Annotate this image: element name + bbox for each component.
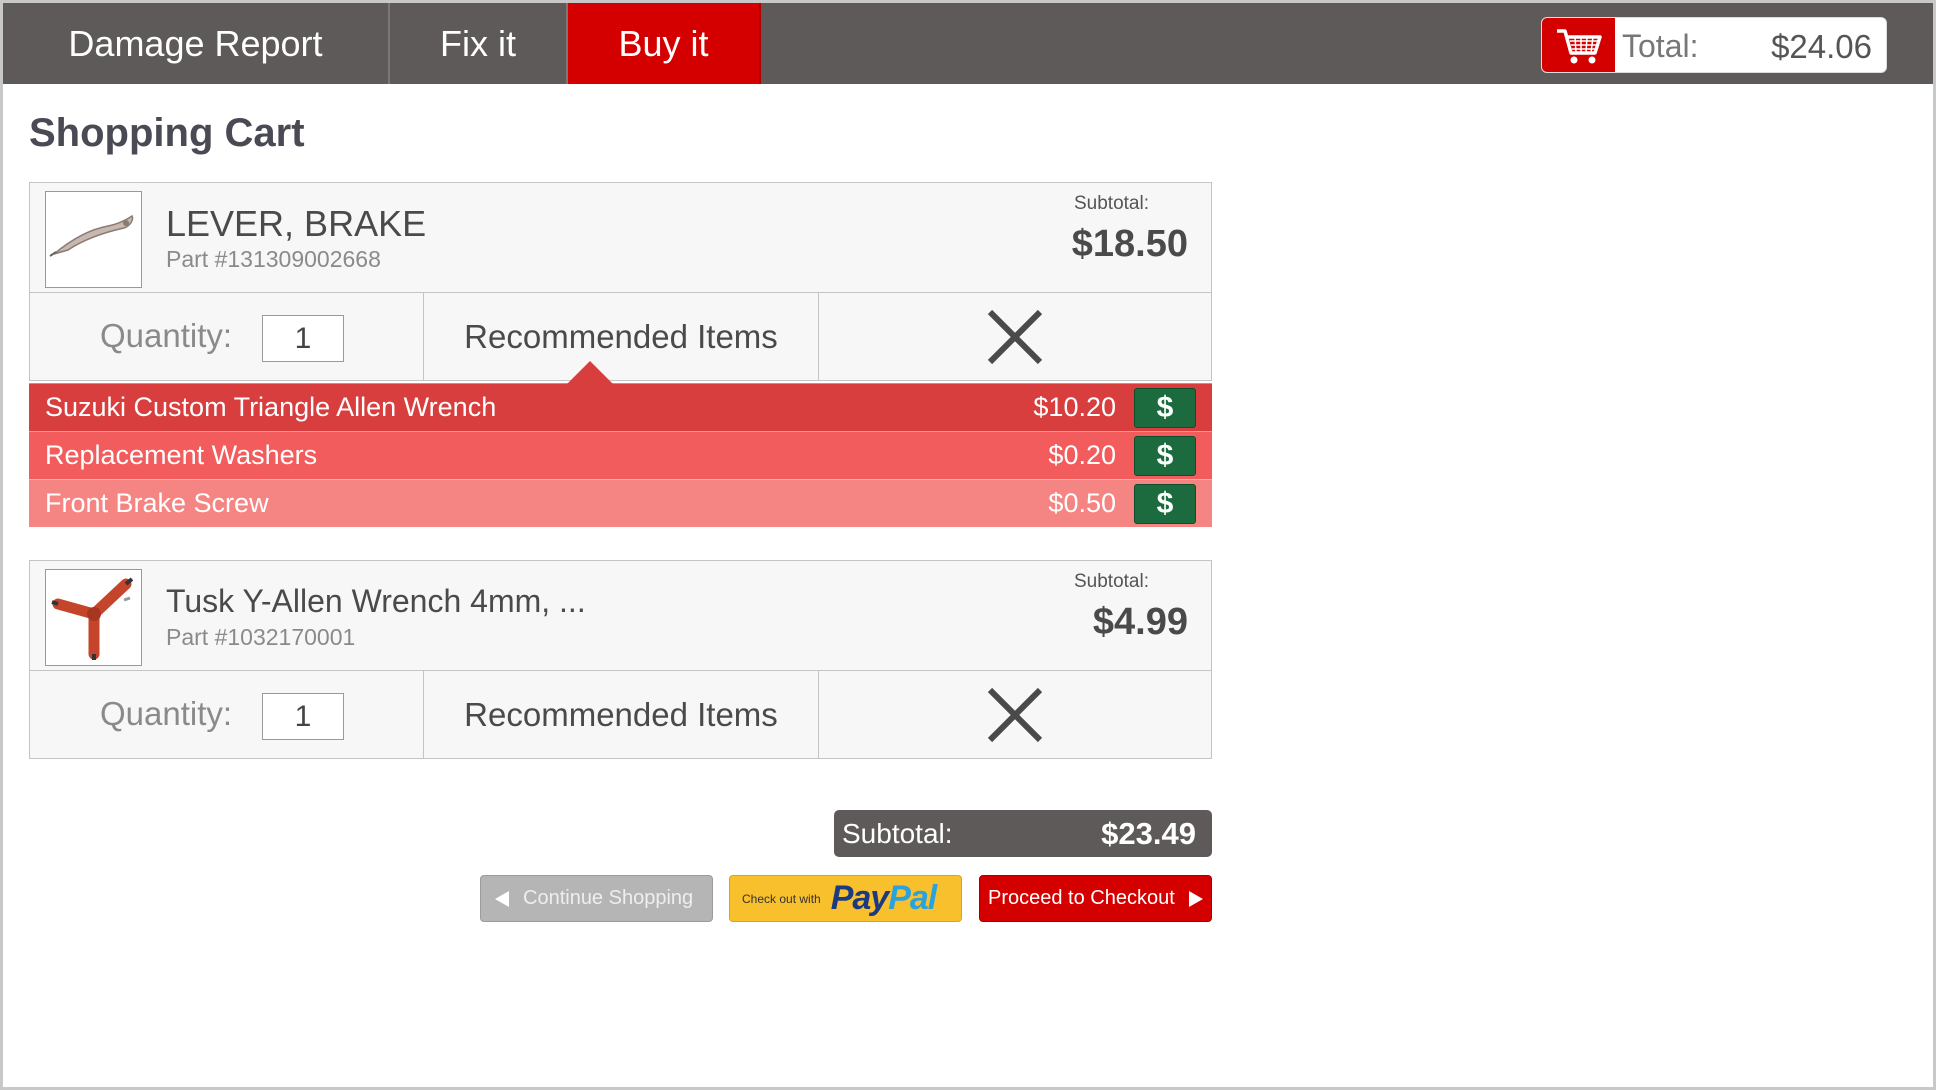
recommended-items-label: Recommended Items [464,317,778,355]
brake-lever-icon [49,214,134,257]
add-to-cart-button[interactable]: $ [1134,483,1196,524]
item-name: LEVER, BRAKE [166,203,427,244]
recommended-items-button[interactable]: Recommended Items [424,293,819,380]
item-name: Tusk Y-Allen Wrench 4mm, ... [166,583,586,619]
paypal-logo: PayPal [830,879,938,917]
recommended-item[interactable]: Replacement Washers $0.20 $ [29,431,1212,479]
cart-item-controls: Quantity: Recommended Items [30,293,1211,380]
y-allen-wrench-image[interactable] [45,569,142,666]
cart-item-header: LEVER, BRAKE Part #131309002668 Subtotal… [30,183,1211,293]
tab-fix-it[interactable]: Fix it [390,3,568,84]
tab-damage-report[interactable]: Damage Report [3,3,390,84]
app-frame: Damage Report Fix it Buy it Total: $24.0… [0,0,1936,1090]
item-subtotal-label: Subtotal: [1074,193,1149,214]
cart-subtotal-label: Subtotal: [842,818,953,849]
recommended-pointer [566,361,614,385]
brake-lever-image[interactable] [45,191,142,288]
add-to-cart-button[interactable]: $ [1134,435,1196,476]
continue-shopping-button[interactable]: Continue Shopping [480,875,713,922]
item-subtotal-value: $18.50 [1071,223,1188,265]
recommended-item-price: $0.50 [1048,488,1116,518]
arrow-right-icon [1188,890,1203,907]
cart-total-value: $24.06 [1771,28,1872,65]
recommended-items-button[interactable]: Recommended Items [424,671,819,758]
recommended-item-name: Front Brake Screw [45,488,269,518]
remove-item-button[interactable] [819,671,1211,758]
quantity-control: Quantity: [30,671,424,758]
shopping-cart-icon [1556,29,1602,64]
tab-label: Buy it [618,22,709,64]
tab-label: Fix it [440,22,516,64]
paypal-prefix: Check out with [742,891,821,906]
item-subtotal-label: Subtotal: [1074,571,1149,592]
quantity-input[interactable] [262,315,344,362]
proceed-to-checkout-button[interactable]: Proceed to Checkout [979,875,1212,922]
recommended-list: Suzuki Custom Triangle Allen Wrench $10.… [29,383,1212,527]
cart-subtotal: Subtotal: $23.49 [834,810,1212,857]
close-icon [987,309,1043,364]
recommended-item[interactable]: Front Brake Screw $0.50 $ [29,479,1212,527]
cart-button[interactable] [1542,18,1615,72]
tab-label: Damage Report [68,22,323,64]
add-to-cart-button[interactable]: $ [1134,387,1196,428]
item-part-number: Part #131309002668 [166,246,381,272]
close-icon [987,687,1043,742]
quantity-control: Quantity: [30,293,424,380]
page-title: Shopping Cart [29,111,305,155]
recommended-item-price: $0.20 [1048,440,1116,470]
cart-total-label: Total: [1622,28,1699,64]
y-wrench-icon [51,577,134,660]
recommended-item-name: Suzuki Custom Triangle Allen Wrench [45,392,497,422]
quantity-label: Quantity: [100,317,233,354]
paypal-checkout-button[interactable]: Check out with PayPal [729,875,962,922]
quantity-label: Quantity: [100,695,233,732]
cart-item: Tusk Y-Allen Wrench 4mm, ... Part #10321… [29,560,1212,759]
top-nav-bar: Damage Report Fix it Buy it Total: $24.0… [3,3,1933,84]
quantity-input[interactable] [262,693,344,740]
recommended-item-name: Replacement Washers [45,440,318,470]
remove-item-button[interactable] [819,293,1211,380]
item-subtotal-value: $4.99 [1092,601,1188,643]
recommended-item[interactable]: Suzuki Custom Triangle Allen Wrench $10.… [29,383,1212,431]
cart-item: LEVER, BRAKE Part #131309002668 Subtotal… [29,182,1212,381]
continue-shopping-label: Continue Shopping [523,887,694,909]
tab-buy-it[interactable]: Buy it [568,3,761,84]
recommended-items-label: Recommended Items [464,695,778,733]
checkout-label: Proceed to Checkout [988,887,1175,909]
cart-item-controls: Quantity: Recommended Items [30,671,1211,758]
cart-item-header: Tusk Y-Allen Wrench 4mm, ... Part #10321… [30,561,1211,671]
cart-subtotal-value: $23.49 [1101,816,1196,851]
cart-total-widget: Total: $24.06 [1541,17,1887,73]
recommended-item-price: $10.20 [1033,392,1116,422]
arrow-left-icon [495,890,509,907]
item-part-number: Part #1032170001 [166,624,356,650]
